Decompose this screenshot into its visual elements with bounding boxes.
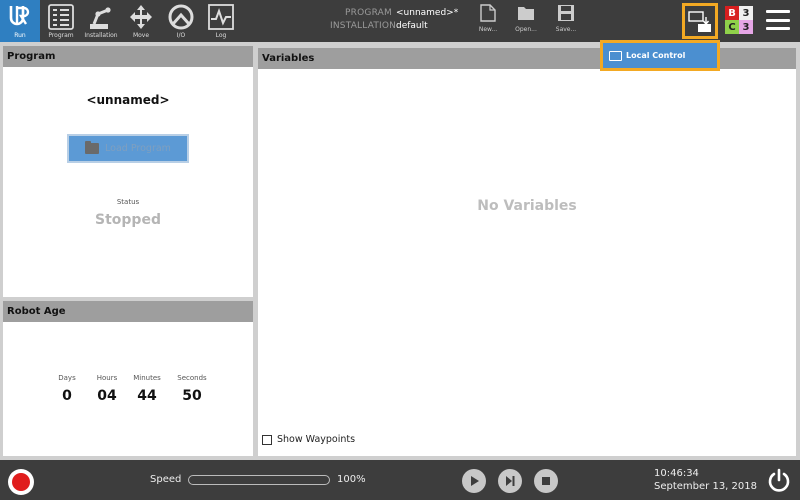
stop-button[interactable] xyxy=(534,469,558,493)
speed-slider-fill xyxy=(191,478,327,482)
age-hours-value: 04 xyxy=(97,388,117,404)
record-button[interactable] xyxy=(8,469,34,495)
step-icon xyxy=(506,476,515,486)
show-waypoints-label: Show Waypoints xyxy=(277,434,356,445)
power-icon[interactable] xyxy=(766,468,792,494)
nav-installation-label: Installation xyxy=(84,32,118,39)
load-program-label: Load Program xyxy=(105,143,171,154)
variables-panel: Variables No Variables Show Waypoints xyxy=(258,48,796,456)
program-value: <unnamed>* xyxy=(396,8,459,18)
clock-time: 10:46:34 xyxy=(654,468,699,479)
status-label: Status xyxy=(116,198,140,206)
nav-io-label: I/O xyxy=(176,32,186,39)
local-control-icon xyxy=(609,50,622,61)
status-b-count: 3 xyxy=(739,6,753,20)
local-control-label: Local Control xyxy=(626,51,686,60)
age-seconds: Seconds 50 xyxy=(167,374,217,404)
robot-age-title: Robot Age xyxy=(3,301,253,322)
save-label: Save... xyxy=(555,26,577,33)
program-icon xyxy=(48,4,74,30)
age-hours-label: Hours xyxy=(96,374,118,382)
load-program-button[interactable]: Load Program xyxy=(67,134,189,163)
status-c-count: 3 xyxy=(739,20,753,34)
program-panel-title: Program xyxy=(3,46,253,67)
age-days: Days 0 xyxy=(47,374,87,404)
step-button[interactable] xyxy=(498,469,522,493)
program-info: PROGRAM <unnamed>* INSTALLATION default xyxy=(330,7,458,33)
program-name: <unnamed> xyxy=(86,93,170,107)
new-file-icon xyxy=(480,4,496,22)
open-button[interactable]: Open... xyxy=(508,4,544,38)
nav-program-label: Program xyxy=(48,32,74,39)
no-variables-text: No Variables xyxy=(477,198,577,214)
nav-log-label: Log xyxy=(215,32,227,39)
status-b: B xyxy=(725,6,739,20)
nav-run[interactable]: Run xyxy=(0,0,40,42)
nav-program[interactable]: Program xyxy=(41,0,81,42)
installation-icon xyxy=(88,4,114,30)
age-seconds-label: Seconds xyxy=(177,374,207,382)
hamburger-menu-icon[interactable] xyxy=(766,10,790,30)
speed-label: Speed xyxy=(150,474,182,485)
ur-logo-icon xyxy=(7,4,33,30)
age-minutes: Minutes 44 xyxy=(127,374,167,404)
log-icon xyxy=(208,4,234,30)
save-icon xyxy=(558,5,574,21)
clock-date: September 13, 2018 xyxy=(654,481,757,492)
io-icon xyxy=(168,4,194,30)
speed-value: 100% xyxy=(337,474,366,485)
nav-move[interactable]: Move xyxy=(121,0,161,42)
nav-run-label: Run xyxy=(14,32,26,39)
open-label: Open... xyxy=(515,26,537,33)
age-minutes-label: Minutes xyxy=(133,374,161,382)
nav-move-label: Move xyxy=(132,32,150,39)
speed-slider[interactable] xyxy=(188,475,330,485)
robot-age-panel: Robot Age Days 0 Hours 04 Minutes 44 Sec… xyxy=(3,301,253,456)
remote-control-icon xyxy=(688,11,711,32)
nav-installation[interactable]: Installation xyxy=(81,0,121,42)
program-panel: Program <unnamed> Load Program Status St… xyxy=(3,46,253,297)
local-control-menu-item[interactable]: Local Control xyxy=(600,40,720,71)
new-button[interactable]: New... xyxy=(470,4,506,38)
installation-key: INSTALLATION xyxy=(330,21,397,31)
play-button[interactable] xyxy=(462,469,486,493)
top-bar: Run Program Installation Move I/O Log PR… xyxy=(0,0,800,42)
save-button[interactable]: Save... xyxy=(548,4,584,38)
status-value: Stopped xyxy=(95,212,161,228)
nav-io[interactable]: I/O xyxy=(161,0,201,42)
move-icon xyxy=(128,4,154,30)
status-indicator[interactable]: B 3 C 3 xyxy=(725,6,753,34)
age-seconds-value: 50 xyxy=(182,388,202,404)
age-hours: Hours 04 xyxy=(87,374,127,404)
show-waypoints-checkbox[interactable] xyxy=(262,434,272,445)
local-control-toggle[interactable] xyxy=(682,3,718,39)
status-c: C xyxy=(725,20,739,34)
program-key: PROGRAM xyxy=(345,8,392,18)
record-icon xyxy=(12,473,30,491)
robot-age-values: Days 0 Hours 04 Minutes 44 Seconds 50 xyxy=(47,374,217,404)
new-label: New... xyxy=(478,26,498,33)
age-days-value: 0 xyxy=(62,388,72,404)
play-icon xyxy=(471,476,479,486)
nav-log[interactable]: Log xyxy=(201,0,241,42)
age-minutes-value: 44 xyxy=(137,388,157,404)
clock: 10:46:34 September 13, 2018 xyxy=(654,467,757,493)
installation-value: default xyxy=(396,21,428,31)
folder-icon xyxy=(85,141,100,154)
folder-icon xyxy=(518,7,534,20)
stop-icon xyxy=(542,477,550,485)
age-days-label: Days xyxy=(58,374,76,382)
show-waypoints-toggle[interactable]: Show Waypoints xyxy=(262,434,355,445)
bottom-bar: Speed 100% 10:46:34 September 13, 2018 xyxy=(0,460,800,500)
